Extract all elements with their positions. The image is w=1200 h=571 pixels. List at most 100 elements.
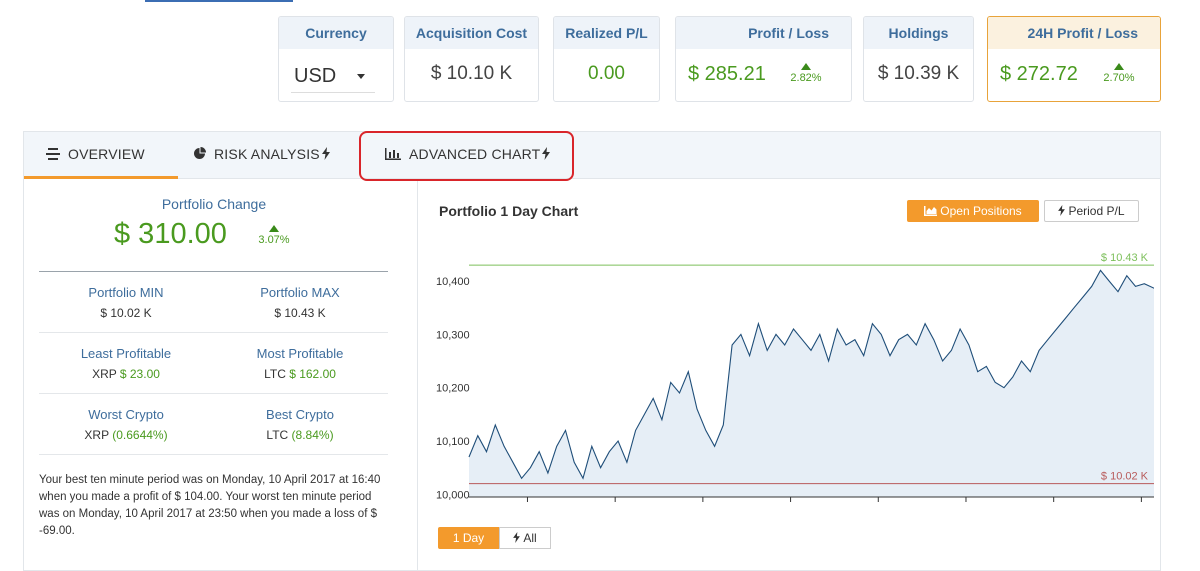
best-crypto-label: Best Crypto <box>266 407 334 422</box>
bolt-icon <box>542 133 551 178</box>
currency-value: USD <box>294 65 337 87</box>
overview-column: Portfolio Change $ 310.00 3.07% Portfoli… <box>24 180 418 570</box>
holdings-value: $ 10.39 K <box>877 63 960 84</box>
portfolio-change-pct: 3.07% <box>254 225 294 246</box>
portfolio-change-label: Portfolio Change <box>161 196 267 212</box>
portfolio-max-value: $ 10.43 K <box>274 306 326 320</box>
arrow-up-icon <box>801 63 811 70</box>
acquisition-cost-label: Acquisition Cost <box>405 17 538 49</box>
y-tick-label: 10,200 <box>436 383 470 395</box>
arrow-up-icon <box>269 225 279 232</box>
profit-24h-card: 24H Profit / Loss $ 272.72 2.70% <box>987 16 1161 102</box>
x-tick-label: 12:00 <box>601 511 629 512</box>
max-reference-label: $ 10.43 K <box>1101 252 1149 264</box>
portfolio-chart: $ 10.43 K $ 10.02 K 10,000 10,100 10,200 10,3… <box>436 252 1154 512</box>
range-all-label: All <box>523 531 537 545</box>
most-profitable-stat: Most Profitable LTC $ 162.00 <box>210 346 390 381</box>
list-icon <box>46 133 60 178</box>
x-tick-label: 06:00 <box>1128 511 1154 512</box>
portfolio-max-label: Portfolio MAX <box>260 285 340 300</box>
most-profitable-coin: LTC <box>264 367 286 381</box>
best-crypto-coin: LTC <box>266 428 289 442</box>
min-reference-label: $ 10.02 K <box>1101 471 1149 483</box>
worst-crypto-label: Worst Crypto <box>88 407 164 422</box>
x-tick-label: 09:00 <box>514 511 542 512</box>
open-positions-label: Open Positions <box>940 204 1022 218</box>
range-1day-button[interactable]: 1 Day <box>438 527 499 549</box>
y-tick-label: 10,100 <box>436 436 470 448</box>
portfolio-panel: OVERVIEW RISK ANALYSIS ADVANCED CHART Po… <box>23 131 1161 571</box>
tab-bar: OVERVIEW RISK ANALYSIS ADVANCED CHART <box>24 132 1160 179</box>
worst-crypto-pct: (0.6644%) <box>112 428 168 442</box>
portfolio-min-value: $ 10.02 K <box>100 306 152 320</box>
x-tick-label: 15:00 <box>689 511 717 512</box>
best-crypto-pct: (8.84%) <box>291 428 334 442</box>
realized-pl-card: Realized P/L 0.00 <box>553 16 660 102</box>
pie-chart-icon <box>193 133 206 178</box>
portfolio-min-stat: Portfolio MIN $ 10.02 K <box>36 285 216 320</box>
chart-title: Portfolio 1 Day Chart <box>439 203 579 219</box>
period-pl-button[interactable]: Period P/L <box>1044 200 1139 222</box>
profit-loss-pct-text: 2.82% <box>790 72 822 84</box>
top-tab-underline <box>145 0 293 2</box>
tab-advanced-chart-label: ADVANCED CHART <box>409 146 541 162</box>
bolt-icon <box>321 133 330 178</box>
realized-pl-value: 0.00 <box>588 63 625 84</box>
bolt-icon <box>1058 205 1066 216</box>
arrow-up-icon <box>1114 63 1124 70</box>
range-all-button[interactable]: All <box>499 527 551 549</box>
open-positions-button[interactable]: Open Positions <box>907 200 1039 222</box>
chevron-down-icon <box>357 74 365 79</box>
least-profitable-label: Least Profitable <box>80 346 172 361</box>
portfolio-max-stat: Portfolio MAX $ 10.43 K <box>210 285 390 320</box>
portfolio-change-pct-text: 3.07% <box>258 234 290 246</box>
tab-advanced-chart[interactable]: ADVANCED CHART <box>385 132 555 179</box>
profit-loss-label: Profit / Loss <box>676 17 851 49</box>
x-tick-label: 18:00 <box>777 511 805 512</box>
portfolio-change-value: $ 310.00 <box>114 218 227 250</box>
worst-crypto-value: XRP (0.6644%) <box>36 428 216 442</box>
most-profitable-value: LTC $ 162.00 <box>210 367 390 381</box>
x-tick-label: Apr 11 <box>949 511 983 512</box>
most-profitable-label: Most Profitable <box>256 346 344 361</box>
bar-chart-icon <box>385 133 401 178</box>
y-tick-label: 10,000 <box>436 489 470 501</box>
tab-risk-analysis-label: RISK ANALYSIS <box>214 146 320 162</box>
profit-loss-pct: 2.82% <box>786 63 826 84</box>
divider <box>39 332 388 333</box>
best-crypto-value: LTC (8.84%) <box>210 428 390 442</box>
divider <box>39 393 388 394</box>
area-chart-icon <box>924 206 938 216</box>
performance-summary: Your best ten minute period was on Monda… <box>39 474 381 537</box>
currency-select[interactable]: USD <box>291 59 375 93</box>
least-profitable-amount: $ 23.00 <box>119 367 160 381</box>
worst-crypto-coin: XRP <box>84 428 109 442</box>
portfolio-min-label: Portfolio MIN <box>88 285 164 300</box>
x-tick-label: 03:00 <box>1040 511 1068 512</box>
holdings-card: Holdings $ 10.39 K <box>863 16 974 102</box>
realized-pl-label: Realized P/L <box>554 17 659 49</box>
most-profitable-amount: $ 162.00 <box>289 367 336 381</box>
profit-24h-pct: 2.70% <box>1099 63 1139 84</box>
bolt-icon <box>513 532 521 543</box>
currency-label: Currency <box>279 17 393 49</box>
worst-crypto-stat: Worst Crypto XRP (0.6644%) <box>36 407 216 442</box>
divider <box>39 271 388 272</box>
acquisition-cost-card: Acquisition Cost $ 10.10 K <box>404 16 539 102</box>
holdings-label: Holdings <box>864 17 973 49</box>
x-tick-label: 21:00 <box>865 511 893 512</box>
y-tick-label: 10,300 <box>436 329 470 341</box>
profit-24h-label: 24H Profit / Loss <box>988 17 1160 49</box>
least-profitable-coin: XRP <box>92 367 117 381</box>
least-profitable-value: XRP $ 23.00 <box>36 367 216 381</box>
series-area <box>469 270 1154 497</box>
currency-card: Currency USD <box>278 16 394 102</box>
y-tick-label: 10,400 <box>436 276 470 288</box>
profit-loss-card: Profit / Loss $ 285.21 2.82% <box>675 16 852 102</box>
tab-risk-analysis[interactable]: RISK ANALYSIS <box>193 132 343 179</box>
profit-24h-pct-text: 2.70% <box>1103 72 1135 84</box>
tab-overview[interactable]: OVERVIEW <box>24 132 178 179</box>
least-profitable-stat: Least Profitable XRP $ 23.00 <box>36 346 216 381</box>
best-crypto-stat: Best Crypto LTC (8.84%) <box>210 407 390 442</box>
acquisition-cost-value: $ 10.10 K <box>430 63 513 84</box>
